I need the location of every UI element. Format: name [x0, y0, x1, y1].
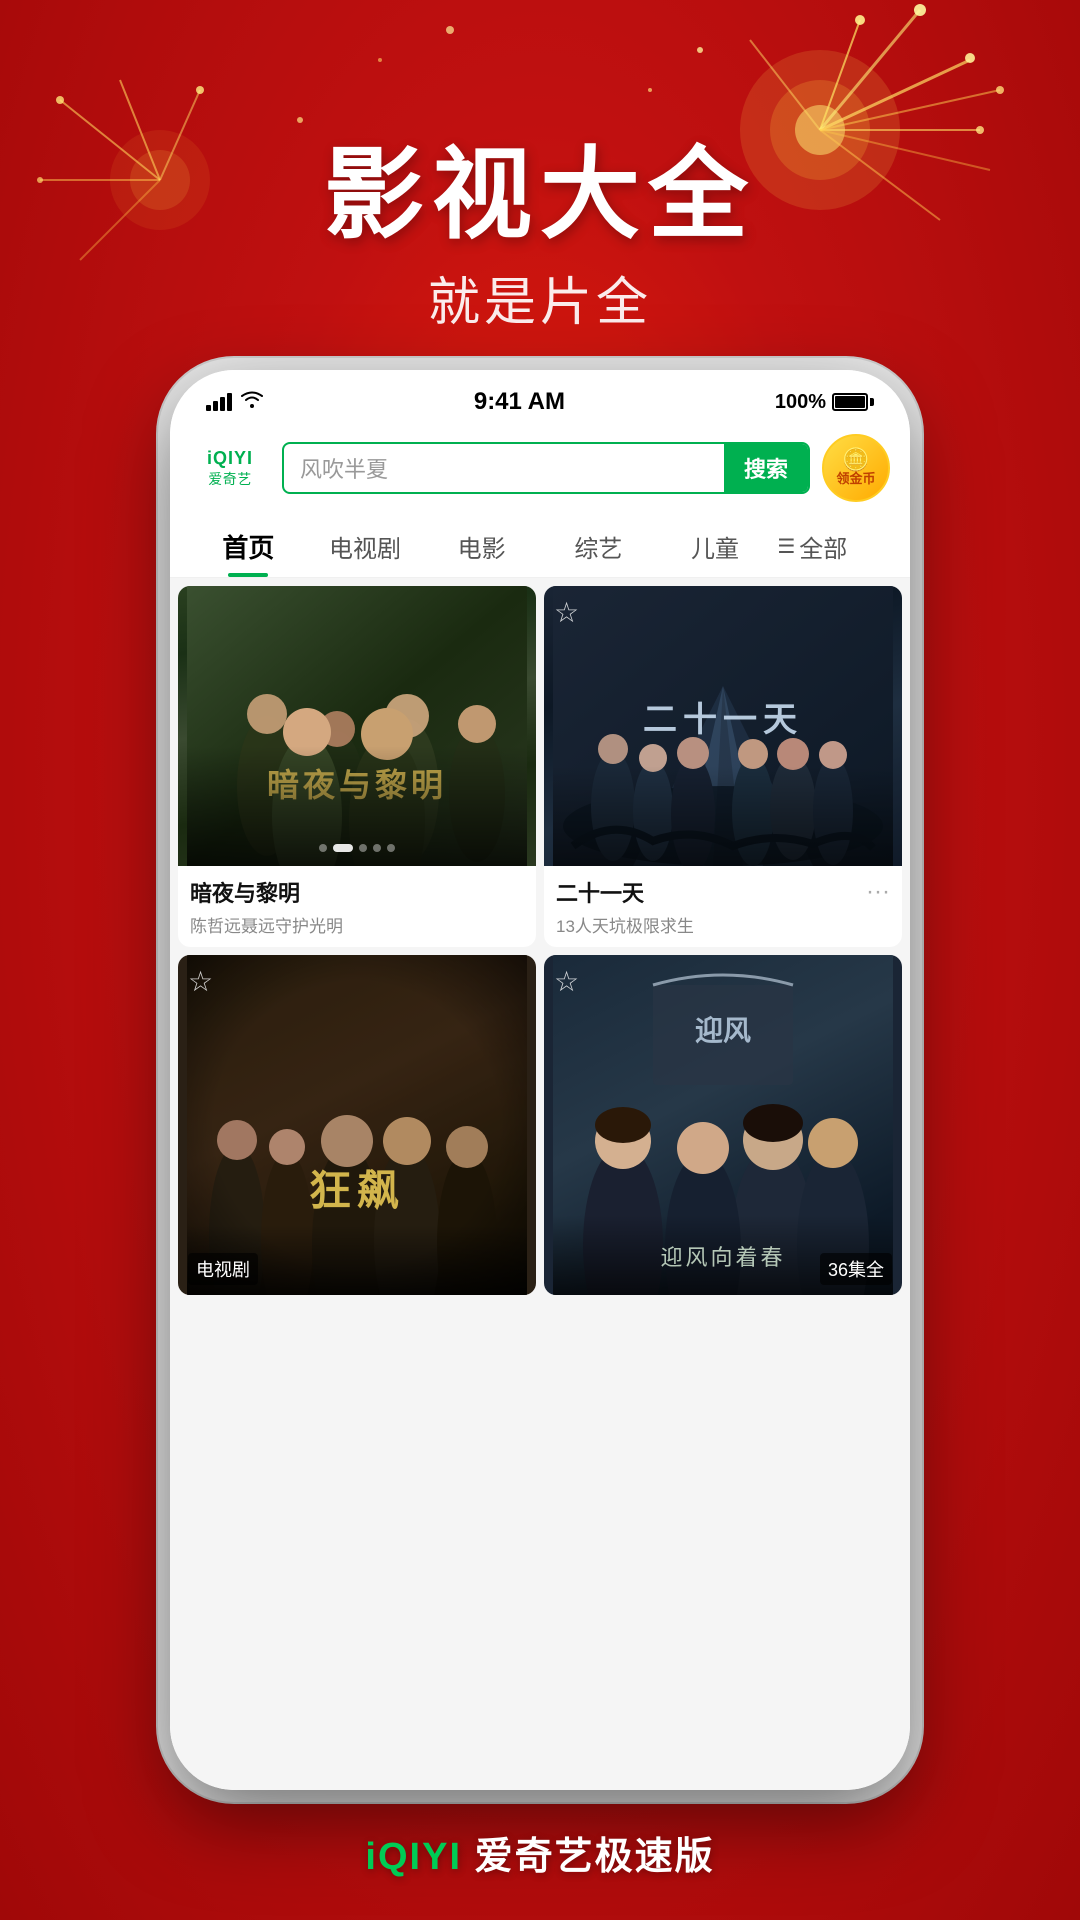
dot-1 — [319, 844, 327, 852]
card-left-subtitle: 陈哲远聂远守护光明 — [190, 912, 524, 937]
battery-body — [832, 393, 868, 411]
tab-variety[interactable]: 综艺 — [540, 515, 657, 576]
headline-main: 影视大全 — [0, 140, 1080, 250]
battery-tip — [870, 398, 874, 406]
headline-area: 影视大全 就是片全 — [0, 140, 1080, 335]
svg-text:迎风向着春: 迎风向着春 — [660, 1245, 785, 1270]
menu-icon: ☰ — [777, 534, 795, 559]
search-input[interactable]: 风吹半夏 — [284, 452, 724, 484]
headline-sub: 就是片全 — [0, 260, 1080, 335]
dot-2 — [333, 844, 353, 852]
card-right-text: 二十一天 13人天坑极限求生 ··· — [544, 866, 902, 947]
card-right-image: 二十一天 ☆ — [544, 586, 902, 866]
battery-area: 100% — [775, 391, 874, 414]
first-row: 暗夜与黎明 — [170, 578, 910, 947]
battery-icon — [832, 393, 874, 411]
card-left-title: 暗夜与黎明 — [190, 876, 524, 908]
tab-kids[interactable]: 儿童 — [657, 515, 774, 576]
card-bottom-left-badge: 电视剧 — [188, 1253, 258, 1285]
card-bottom-left[interactable]: 狂飙 ☆ — [178, 955, 536, 1295]
footer-cn-text: 爱奇艺极速版 — [475, 1836, 715, 1878]
card-right-more[interactable]: ··· — [866, 876, 890, 906]
nav-tabs: 首页 电视剧 电影 综艺 儿童 ☰ 全部 — [170, 514, 910, 578]
search-button[interactable]: 搜索 — [724, 444, 808, 492]
card-featured-right[interactable]: 二十一天 ☆ — [544, 586, 902, 947]
logo-text-bottom: 爱奇艺 — [208, 469, 252, 489]
logo-text-top: iQIYI — [207, 448, 253, 469]
footer-brand-text: iQIYI 爱奇艺极速版 — [0, 1825, 1080, 1880]
footer-brand: iQIYI 爱奇艺极速版 — [0, 1825, 1080, 1880]
tab-tv[interactable]: 电视剧 — [307, 515, 424, 576]
pagination-dots — [178, 844, 536, 852]
dot-5 — [387, 844, 395, 852]
content-area: 暗夜与黎明 — [170, 578, 910, 1790]
gold-coin-label: 领金币 — [836, 471, 875, 487]
battery-percent: 100% — [775, 391, 826, 414]
card-right-title: 二十一天 — [556, 876, 694, 908]
gold-coin-icon: 🪙 — [842, 449, 869, 471]
card-bottom-left-star[interactable]: ☆ — [188, 965, 213, 998]
phone-mockup: 9:41 AM 100% iQIYI 爱奇艺 风吹半夏 搜索 — [170, 370, 910, 1790]
signal-bar-1 — [206, 405, 211, 411]
svg-text:迎风: 迎风 — [695, 1015, 751, 1047]
app-header: iQIYI 爱奇艺 风吹半夏 搜索 🪙 领金币 — [170, 424, 910, 514]
status-bar: 9:41 AM 100% — [170, 370, 910, 424]
phone-inner: 9:41 AM 100% iQIYI 爱奇艺 风吹半夏 搜索 — [170, 370, 910, 1790]
signal-bar-3 — [220, 397, 225, 411]
wifi-icon — [240, 390, 264, 414]
tab-home[interactable]: 首页 — [190, 514, 307, 577]
signal-area — [206, 390, 264, 414]
search-bar[interactable]: 风吹半夏 搜索 — [282, 442, 810, 494]
svg-text:二十一天: 二十一天 — [643, 701, 803, 739]
action-poster-art: 二十一天 — [544, 586, 902, 866]
bottom-row: 狂飙 ☆ — [170, 955, 910, 1303]
iqiyi-logo[interactable]: iQIYI 爱奇艺 — [190, 448, 270, 489]
gold-coin-button[interactable]: 🪙 领金币 — [822, 434, 890, 502]
tab-all[interactable]: ☰ 全部 — [773, 515, 890, 576]
footer-iqiyi-text: iQIYI — [365, 1836, 462, 1878]
signal-bars-icon — [206, 393, 232, 411]
card-bottom-right[interactable]: 迎风 迎风向着春 — [544, 955, 902, 1295]
signal-bar-4 — [227, 393, 232, 411]
dot-3 — [359, 844, 367, 852]
drama-poster-art: 暗夜与黎明 — [178, 586, 536, 866]
card-right-subtitle: 13人天坑极限求生 — [556, 912, 694, 937]
signal-bar-2 — [213, 401, 218, 411]
card-left-image: 暗夜与黎明 — [178, 586, 536, 866]
modern-drama-poster: 迎风 迎风向着春 — [544, 955, 902, 1295]
card-bottom-right-star[interactable]: ☆ — [554, 965, 579, 998]
card-bottom-right-badge: 36集全 — [820, 1253, 892, 1285]
card-featured-left[interactable]: 暗夜与黎明 — [178, 586, 536, 947]
battery-fill — [835, 396, 865, 408]
period-drama-poster: 狂飙 — [178, 955, 536, 1295]
card-left-text: 暗夜与黎明 陈哲远聂远守护光明 — [178, 866, 536, 947]
card-right-star[interactable]: ☆ — [554, 596, 579, 629]
status-time: 9:41 AM — [474, 388, 565, 416]
svg-text:狂飙: 狂飙 — [309, 1168, 405, 1215]
tab-movie[interactable]: 电影 — [423, 515, 540, 576]
dot-4 — [373, 844, 381, 852]
